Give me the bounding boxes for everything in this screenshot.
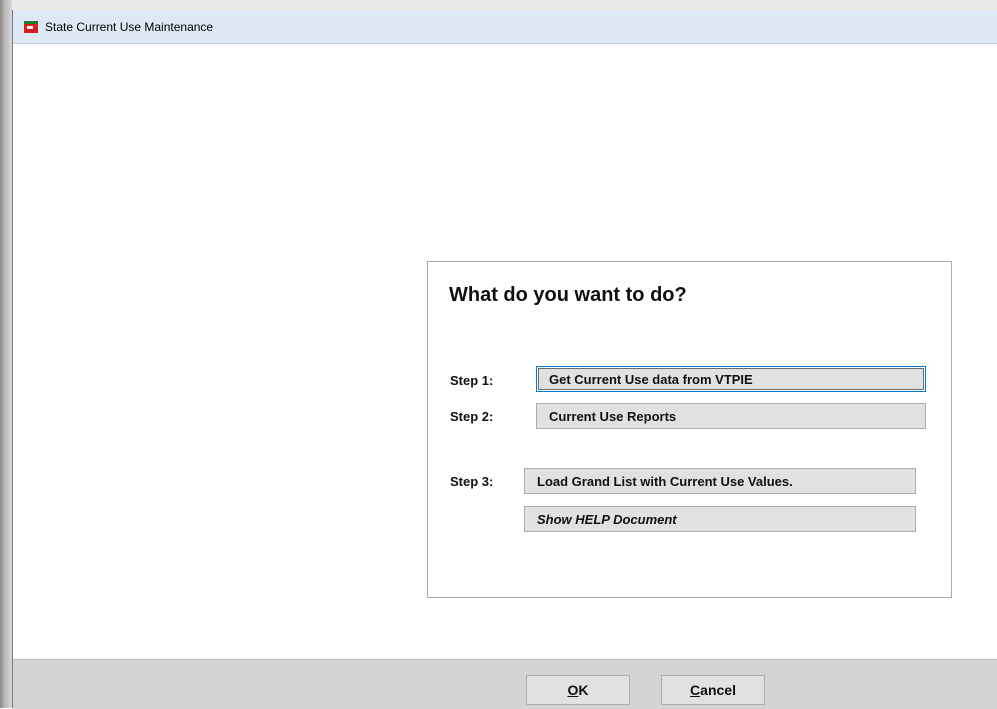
show-help-document-button[interactable]: Show HELP Document: [524, 506, 916, 532]
cancel-mnemonic: C: [690, 682, 701, 698]
step-2-label: Step 2:: [450, 409, 494, 424]
panel-heading: What do you want to do?: [449, 284, 687, 306]
ok-mnemonic: O: [567, 682, 579, 698]
ok-button[interactable]: OK: [526, 675, 630, 705]
current-use-reports-button[interactable]: Current Use Reports: [536, 403, 926, 429]
step-3-label: Step 3:: [450, 474, 494, 489]
app-icon-mark: [27, 26, 33, 29]
desktop-edge: [0, 0, 12, 708]
ok-label-rest: K: [578, 682, 589, 698]
footer-bar: OK Cancel: [13, 659, 997, 709]
options-panel: What do you want to do? Step 1: Get Curr…: [427, 261, 952, 598]
load-grand-list-button[interactable]: Load Grand List with Current Use Values.: [524, 468, 916, 494]
window-title: State Current Use Maintenance: [45, 20, 214, 34]
app-icon: [24, 21, 38, 33]
cancel-label-rest: ancel: [700, 682, 736, 698]
get-current-use-data-button[interactable]: Get Current Use data from VTPIE: [536, 366, 926, 392]
cancel-button[interactable]: Cancel: [661, 675, 765, 705]
title-bar[interactable]: State Current Use Maintenance: [13, 10, 997, 44]
step-1-label: Step 1:: [450, 373, 494, 388]
app-window: State Current Use Maintenance What do yo…: [12, 10, 997, 709]
